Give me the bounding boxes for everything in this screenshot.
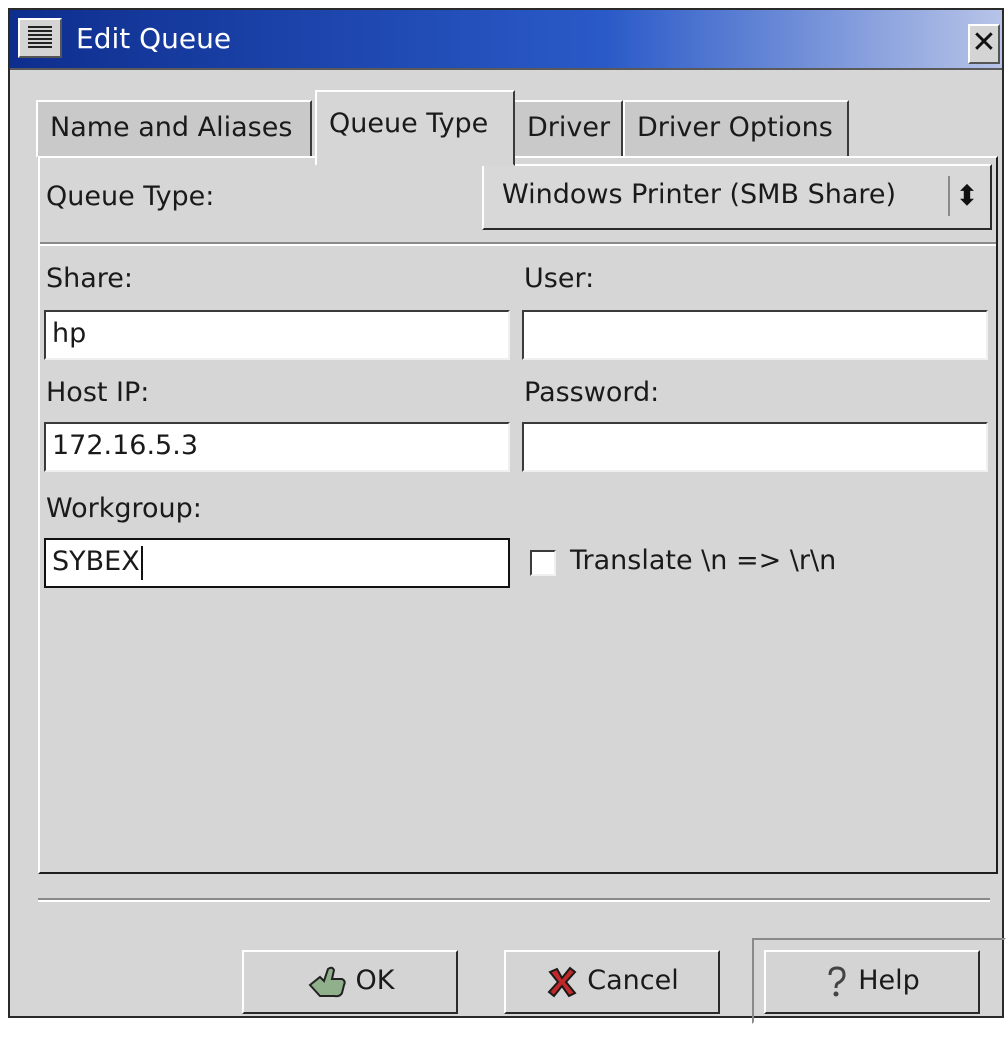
share-field[interactable]: hp [44, 310, 510, 360]
cancel-label: Cancel [587, 965, 679, 996]
tab-label: Queue Type [329, 108, 489, 139]
bottom-separator [38, 898, 990, 902]
queue-type-label: Queue Type: [46, 181, 215, 212]
help-question-icon [828, 965, 846, 996]
ok-button[interactable]: OK [242, 950, 458, 1014]
host-ip-field[interactable]: 172.16.5.3 [44, 422, 510, 472]
tab-queue-type[interactable]: Queue Type [315, 90, 515, 166]
edit-queue-window: Edit Queue ✕ Name and Aliases Queue Type… [8, 8, 1006, 1024]
queue-type-page: Queue Type: Windows Printer (SMB Share) … [38, 156, 998, 874]
password-field[interactable] [522, 422, 988, 472]
tab-label: Driver Options [637, 112, 833, 143]
host-ip-value: 172.16.5.3 [52, 430, 198, 461]
cancel-button[interactable]: Cancel [504, 950, 720, 1014]
queue-type-selected-value: Windows Printer (SMB Share) [502, 179, 897, 210]
workgroup-field[interactable]: SYBEX [44, 538, 510, 588]
tab-label: Name and Aliases [50, 112, 293, 143]
host-ip-label: Host IP: [46, 377, 150, 408]
queue-type-select[interactable]: Windows Printer (SMB Share) ⬍ [482, 164, 992, 230]
ok-hand-icon [308, 966, 346, 997]
window-menu-icon [28, 26, 52, 50]
user-label: User: [524, 263, 595, 294]
text-caret [140, 545, 143, 580]
window-title: Edit Queue [76, 22, 232, 55]
help-button[interactable]: Help [764, 950, 980, 1014]
updown-arrows-icon: ⬍ [948, 176, 984, 216]
user-field[interactable] [522, 310, 988, 360]
title-bar[interactable]: Edit Queue ✕ [10, 10, 1002, 70]
close-icon: ✕ [971, 25, 997, 60]
tab-driver-options[interactable]: Driver Options [623, 100, 849, 158]
workgroup-label: Workgroup: [46, 493, 202, 524]
cancel-x-icon [547, 966, 577, 997]
translate-label[interactable]: Translate \n => \r\n [570, 544, 836, 578]
password-label: Password: [524, 377, 660, 408]
share-label: Share: [46, 263, 134, 294]
workgroup-value: SYBEX [52, 546, 140, 577]
close-button[interactable]: ✕ [968, 24, 1000, 64]
tab-label: Driver [527, 112, 611, 143]
window-menu-button[interactable] [18, 18, 62, 58]
tab-name-and-aliases[interactable]: Name and Aliases [36, 100, 312, 158]
tab-driver[interactable]: Driver [513, 100, 623, 158]
translate-checkbox[interactable] [530, 550, 556, 576]
share-value: hp [52, 318, 87, 349]
ok-label: OK [355, 965, 395, 996]
separator [40, 242, 996, 246]
help-label: Help [858, 965, 920, 996]
